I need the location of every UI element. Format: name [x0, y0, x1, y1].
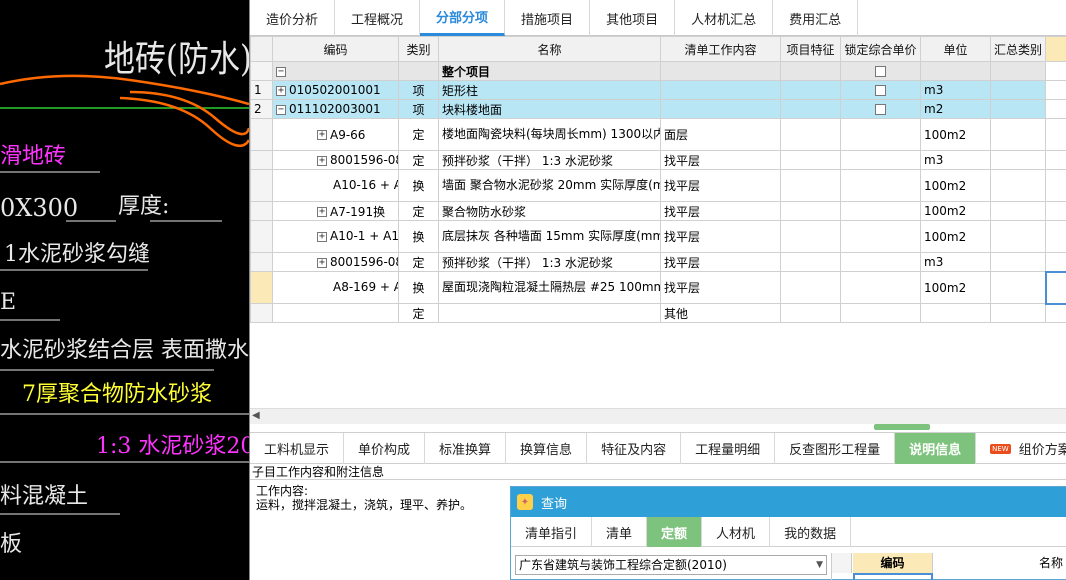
- cad-note-2b: 厚度:: [118, 194, 170, 219]
- query-titlebar[interactable]: ✦ 查询: [511, 487, 1066, 517]
- table-row[interactable]: 1 +010502001001 项 矩形柱 m3: [250, 80, 1066, 100]
- query-tab-quota[interactable]: 定额: [647, 517, 703, 547]
- tab-features-content[interactable]: 特征及内容: [587, 433, 682, 464]
- expand-icon[interactable]: +: [317, 257, 327, 268]
- expand-icon[interactable]: +: [317, 207, 327, 217]
- bottom-tab-bar: 工料机显示 单价构成 标准换算 换算信息 特征及内容 工程量明细 反查图形工程量…: [250, 432, 1066, 464]
- table-row[interactable]: − 整个项目: [250, 61, 1066, 81]
- table-row[interactable]: +A10-1 + A10-6 * 5 换 底层抹灰 各种墙面 15mm 实际厚度…: [250, 220, 1066, 253]
- collapse-icon[interactable]: −: [276, 66, 286, 77]
- row-name: 整个项目: [438, 61, 661, 81]
- query-tab-bar: 清单指引 清单 定额 人材机 我的数据: [511, 517, 1066, 547]
- lock-checkbox[interactable]: [875, 104, 886, 115]
- tab-pricing-scheme[interactable]: NEW 组价方案: [976, 433, 1066, 464]
- table-row[interactable]: + A7-191换 定 聚合物防水砂浆 找平层 100m2: [250, 201, 1066, 221]
- pricing-app: 造价分析 工程概况 分部分项 措施项目 其他项目 人材机汇总 费用汇总 编码 类…: [249, 0, 1066, 580]
- col-unit[interactable]: 单位: [920, 36, 991, 62]
- expand-icon[interactable]: +: [317, 231, 327, 242]
- tab-quantity-detail[interactable]: 工程量明细: [681, 433, 776, 464]
- col-work-content[interactable]: 清单工作内容: [660, 36, 781, 62]
- lock-checkbox[interactable]: [875, 66, 886, 77]
- query-tab-bill[interactable]: 清单: [592, 517, 648, 547]
- cad-note-9: 板: [0, 532, 23, 557]
- query-tab-resources[interactable]: 人材机: [702, 517, 771, 547]
- tab-project-overview[interactable]: 工程概况: [335, 0, 421, 36]
- quota-result-grid: 编码 名称: [831, 553, 1066, 580]
- tab-standard-conversion[interactable]: 标准换算: [425, 433, 507, 464]
- table-row[interactable]: 2 −011102003001 项 块料楼地面 m2: [250, 99, 1066, 119]
- cad-note-8: 料混凝土: [0, 484, 89, 509]
- query-content: 广东省建筑与装饰工程综合定额(2010) ▼ 编码 名称: [511, 551, 1066, 580]
- scroll-left-icon[interactable]: ◀: [252, 410, 260, 421]
- tab-measures[interactable]: 措施项目: [505, 0, 591, 36]
- col-lock-price[interactable]: 锁定综合单价: [840, 36, 921, 62]
- selected-cell[interactable]: [1044, 270, 1066, 305]
- quota-selected-cell[interactable]: [853, 573, 933, 580]
- quota-grid-corner: [832, 553, 852, 573]
- query-app-icon: ✦: [517, 494, 533, 510]
- query-tab-my-data[interactable]: 我的数据: [770, 517, 852, 547]
- quota-library-value: 广东省建筑与装饰工程综合定额(2010): [519, 558, 727, 572]
- tab-graphic-quantity[interactable]: 反查图形工程量: [775, 433, 896, 464]
- expand-icon[interactable]: +: [276, 85, 286, 96]
- cad-note-6: 7厚聚合物防水砂浆: [22, 382, 212, 407]
- tab-resource-summary[interactable]: 人材机汇总: [675, 0, 774, 36]
- query-tab-bill-guide[interactable]: 清单指引: [511, 517, 593, 547]
- panel-splitter-handle[interactable]: [874, 424, 930, 430]
- col-code[interactable]: 编码: [272, 36, 399, 62]
- cad-note-3: 1水泥砂浆勾缝: [4, 242, 150, 267]
- cad-drawing-panel[interactable]: 地砖(防水) 滑地砖 0X300 厚度: 1水泥砂浆勾缝 E 水泥砂浆结合层 表…: [0, 0, 249, 580]
- grid-header-row: 编码 类别 名称 清单工作内容 项目特征 锁定综合单价 单位 汇总类别: [250, 36, 1066, 62]
- top-tab-bar: 造价分析 工程概况 分部分项 措施项目 其他项目 人材机汇总 费用汇总: [250, 0, 1066, 36]
- quota-col-code[interactable]: 编码: [853, 553, 933, 573]
- tab-pricing-scheme-label: 组价方案: [1018, 443, 1066, 458]
- col-name[interactable]: 名称: [438, 36, 661, 62]
- table-row[interactable]: +8001596-08 定 预拌砂浆（干拌） 1:3 水泥砂浆 找平层 m3: [250, 252, 1066, 272]
- new-badge: NEW: [990, 443, 1011, 454]
- table-row[interactable]: A10-16 + A10-50 * -13 换 墙面 聚合物水泥砂浆 20mm …: [250, 169, 1066, 202]
- horizontal-scrollbar[interactable]: ◀: [250, 408, 1066, 424]
- tab-conversion-info[interactable]: 换算信息: [506, 433, 588, 464]
- subpanel-title: 子目工作内容和附注信息: [250, 464, 1066, 480]
- query-dialog: ✦ 查询 清单指引 清单 定额 人材机 我的数据 广东省建筑与装饰工程综合定额(…: [510, 486, 1066, 580]
- query-title: 查询: [541, 496, 568, 512]
- chevron-down-icon: ▼: [816, 560, 823, 570]
- cad-note-5: 水泥砂浆结合层 表面撒水泥粉: [0, 338, 249, 363]
- tab-other-items[interactable]: 其他项目: [590, 0, 676, 36]
- col-extra: [1045, 36, 1066, 62]
- col-type[interactable]: 类别: [398, 36, 439, 62]
- tab-fee-summary[interactable]: 费用汇总: [773, 0, 859, 36]
- cad-note-2: 0X300: [0, 194, 79, 222]
- cad-note-1: 滑地砖: [0, 144, 67, 169]
- sub-items-grid: 编码 类别 名称 清单工作内容 项目特征 锁定综合单价 单位 汇总类别 − 整个…: [250, 36, 1066, 408]
- collapse-icon[interactable]: −: [276, 104, 286, 115]
- quota-library-select[interactable]: 广东省建筑与装饰工程综合定额(2010) ▼: [515, 555, 827, 575]
- tab-cost-analysis[interactable]: 造价分析: [250, 0, 336, 36]
- expand-icon[interactable]: +: [317, 130, 327, 140]
- col-feature[interactable]: 项目特征: [780, 36, 841, 62]
- col-summary-type[interactable]: 汇总类别: [990, 36, 1046, 62]
- lock-checkbox[interactable]: [875, 85, 886, 96]
- tab-price-composition[interactable]: 单价构成: [344, 433, 426, 464]
- cad-title-text: 地砖(防水): [104, 39, 249, 80]
- cad-note-4: E: [0, 290, 17, 315]
- table-row[interactable]: 定 其他: [250, 303, 1066, 323]
- tab-resource-display[interactable]: 工料机显示: [250, 433, 345, 464]
- tab-description-info[interactable]: 说明信息: [895, 433, 977, 464]
- quota-col-name[interactable]: 名称: [933, 553, 1066, 573]
- table-row[interactable]: +8001596-08 定 预拌砂浆（干拌） 1:3 水泥砂浆 找平层 m3: [250, 150, 1066, 170]
- table-row-selected[interactable]: A8-169 + A8-170 * -4 换 屋面现浇陶粒混凝土隔热层 #25 …: [250, 270, 1066, 305]
- grid-corner: [250, 36, 273, 62]
- cad-note-7: 1:3 水泥砂浆20厚找: [96, 434, 249, 459]
- table-row[interactable]: +A9-66 定 楼地面陶瓷块料(每块周长mm) 1300以内 水泥砂浆 面层 …: [250, 118, 1066, 151]
- expand-icon[interactable]: +: [317, 155, 327, 166]
- tab-sub-items[interactable]: 分部分项: [420, 0, 506, 36]
